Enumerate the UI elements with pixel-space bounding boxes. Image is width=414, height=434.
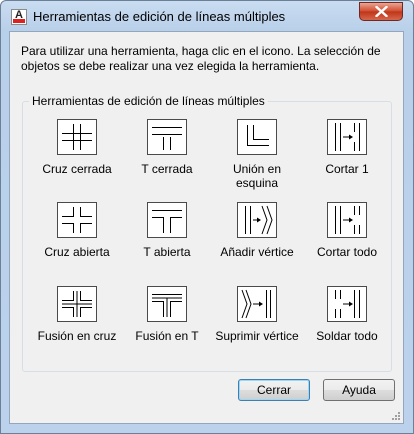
tool-cut-all: Cortar todo: [302, 202, 392, 259]
group-label: Herramientas de edición de líneas múltip…: [29, 94, 268, 108]
tool-corner-joint: Unión en esquina: [212, 119, 302, 190]
resize-grip-icon[interactable]: [390, 410, 401, 421]
tool-add-vertex: Añadir vértice: [212, 202, 302, 259]
title-bar[interactable]: A Herramientas de edición de líneas múlt…: [1, 1, 413, 31]
merged-tee-icon[interactable]: [147, 286, 187, 322]
dialog-client-area: Para utilizar una herramienta, haga clic…: [9, 31, 404, 424]
delete-vertex-icon[interactable]: [237, 286, 277, 322]
weld-all-icon[interactable]: [327, 286, 367, 322]
cerrar-button[interactable]: Cerrar: [238, 379, 310, 401]
open-cross-icon[interactable]: [57, 202, 97, 238]
close-window-button[interactable]: [359, 2, 403, 21]
instructions-text: Para utilizar una herramienta, haga clic…: [21, 44, 381, 73]
tool-open-cross: Cruz abierta: [32, 202, 122, 259]
close-icon: [375, 6, 388, 17]
tool-closed-cross: Cruz cerrada: [32, 119, 122, 176]
closed-cross-icon[interactable]: [57, 119, 97, 155]
tool-closed-tee: T cerrada: [122, 119, 212, 176]
tool-merged-tee: Fusión en T: [122, 286, 212, 343]
tool-weld-all: Soldar todo: [302, 286, 392, 343]
tools-group: Herramientas de edición de líneas múltip…: [22, 94, 392, 372]
add-vertex-icon[interactable]: [237, 202, 277, 238]
corner-joint-icon[interactable]: [237, 119, 277, 155]
window-title: Herramientas de edición de líneas múltip…: [33, 9, 286, 24]
open-tee-icon[interactable]: [147, 202, 187, 238]
tool-open-tee: T abierta: [122, 202, 212, 259]
tool-delete-vertex: Suprimir vértice: [212, 286, 302, 343]
cut-all-icon[interactable]: [327, 202, 367, 238]
tool-merged-cross: Fusión en cruz: [32, 286, 122, 343]
dialog-window: A Herramientas de edición de líneas múlt…: [0, 0, 414, 434]
cut-single-icon[interactable]: [327, 119, 367, 155]
tool-cut-single: Cortar 1: [302, 119, 392, 176]
closed-tee-icon[interactable]: [147, 119, 187, 155]
ayuda-button[interactable]: Ayuda: [323, 379, 395, 401]
merged-cross-icon[interactable]: [57, 286, 97, 322]
autocad-app-icon: A: [11, 9, 27, 25]
